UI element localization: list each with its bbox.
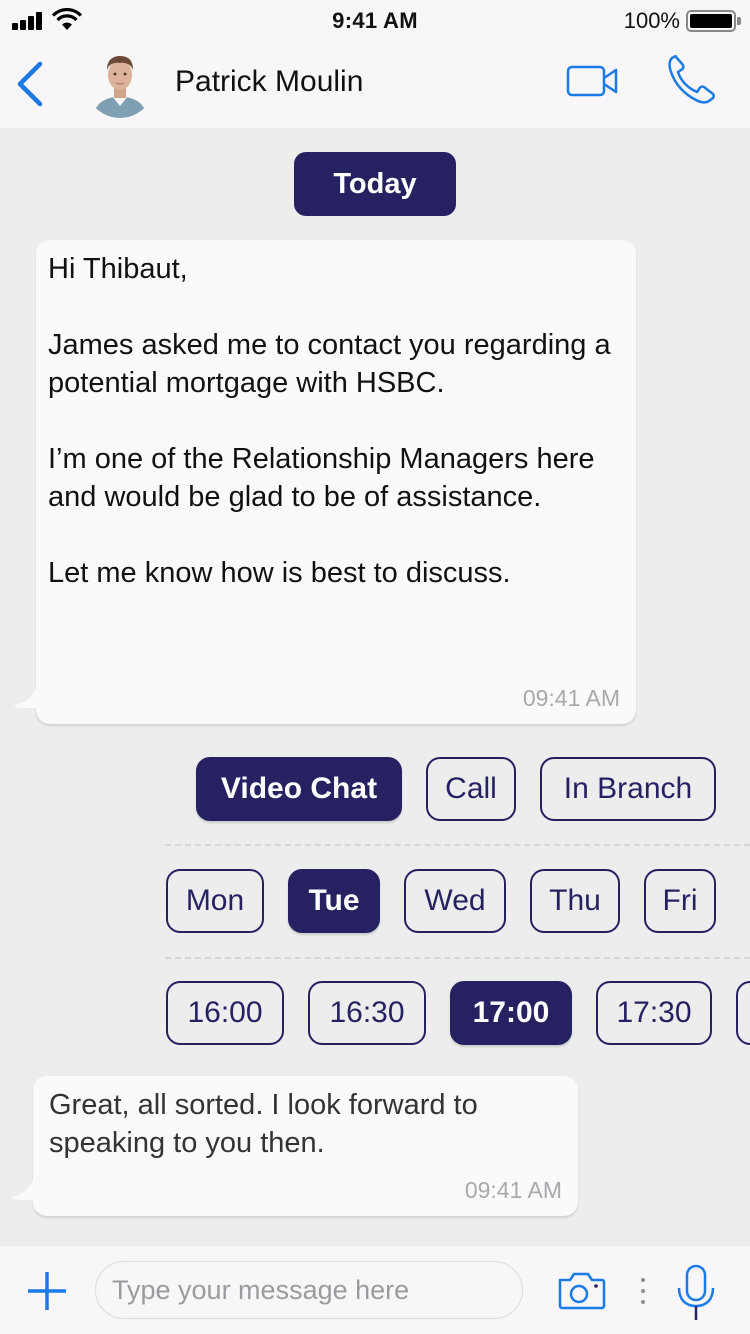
message-text: Great, all sorted. I look forward to spe… <box>49 1089 486 1159</box>
date-separator: Today <box>294 152 456 216</box>
time-1630-button[interactable]: 16:30 <box>308 981 426 1045</box>
bubble-tail <box>11 1180 41 1200</box>
chevron-left-icon[interactable] <box>12 56 52 112</box>
plus-icon[interactable] <box>26 1270 68 1312</box>
day-wed-button[interactable]: Wed <box>404 869 506 933</box>
more-vertical-icon[interactable] <box>636 1274 650 1308</box>
video-camera-icon[interactable] <box>566 64 620 98</box>
message-timestamp: 09:41 AM <box>464 1177 562 1203</box>
message-bubble: Great, all sorted. I look forward to spe… <box>11 1076 578 1216</box>
dashed-divider <box>165 957 750 959</box>
avatar-photo <box>85 46 155 118</box>
dashed-divider <box>165 844 750 846</box>
method-video-chat-button[interactable]: Video Chat <box>196 757 402 821</box>
message-timestamp: 09:41 AM <box>522 685 620 711</box>
day-tue-button[interactable]: Tue <box>288 869 380 933</box>
message-composer <box>0 1246 750 1334</box>
day-thu-button[interactable]: Thu <box>530 869 620 933</box>
chat-header: Patrick Moulin <box>0 40 750 128</box>
message-text: Hi Thibaut, James asked me to contact yo… <box>48 253 611 589</box>
battery-tip <box>737 17 741 25</box>
time-1600-button[interactable]: 16:00 <box>166 981 284 1045</box>
bubble-tail <box>14 688 44 708</box>
message-bubble: Hi Thibaut, James asked me to contact yo… <box>14 240 636 724</box>
method-in-branch-button[interactable]: In Branch <box>540 757 716 821</box>
message-input[interactable] <box>95 1261 523 1319</box>
camera-icon[interactable] <box>556 1270 608 1310</box>
microphone-icon[interactable] <box>676 1264 716 1322</box>
battery-percent: 100% <box>623 8 680 33</box>
day-fri-button[interactable]: Fri <box>644 869 716 933</box>
time-1700-button[interactable]: 17:00 <box>450 981 572 1045</box>
method-call-button[interactable]: Call <box>426 757 516 821</box>
time-1730-button[interactable]: 17:30 <box>596 981 712 1045</box>
contact-name[interactable]: Patrick Moulin <box>175 65 363 99</box>
day-mon-button[interactable]: Mon <box>166 869 264 933</box>
time-next-button[interactable] <box>736 981 750 1045</box>
phone-icon[interactable] <box>666 54 718 104</box>
avatar[interactable] <box>85 46 155 118</box>
status-bar: 9:41 AM 100% <box>0 0 750 40</box>
battery-icon <box>686 10 736 32</box>
